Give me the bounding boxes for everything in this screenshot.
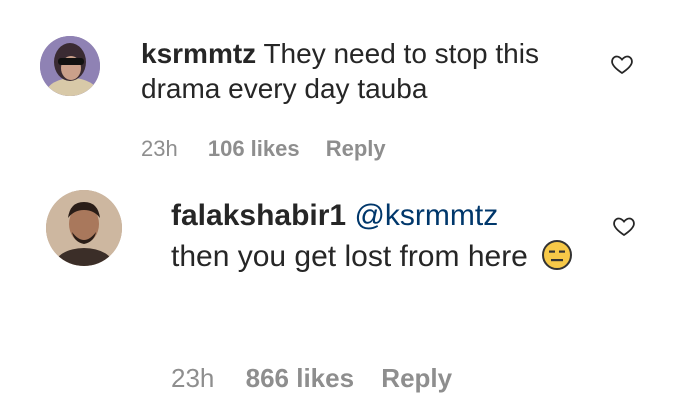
comment-mention[interactable]: @ksrmmtz [354,199,498,232]
avatar[interactable] [46,190,122,266]
heart-outline-icon[interactable] [612,214,636,238]
comment-username[interactable]: ksrmmtz [141,38,256,69]
comment-likes[interactable]: 866 likes [246,363,354,393]
expressionless-face-icon [542,240,573,271]
comment-username[interactable]: falakshabir1 [171,199,346,232]
comment-text-block: falakshabir1 @ksrmmtz then you get lost … [171,195,591,278]
reply-button[interactable]: Reply [381,363,452,393]
comment-text-block: ksrmmtz They need to stop this drama eve… [141,36,581,106]
comment-likes[interactable]: 106 likes [208,136,300,161]
comment-time[interactable]: 23h [141,136,178,161]
comment-meta: 23h 106 likes Reply [141,136,406,162]
reply-button[interactable]: Reply [326,136,386,161]
comment-body: then you get lost from here [171,240,528,274]
heart-outline-icon[interactable] [610,52,634,76]
comment-meta: 23h 866 likes Reply [171,363,472,394]
avatar[interactable] [40,36,100,96]
comment-time[interactable]: 23h [171,363,214,393]
